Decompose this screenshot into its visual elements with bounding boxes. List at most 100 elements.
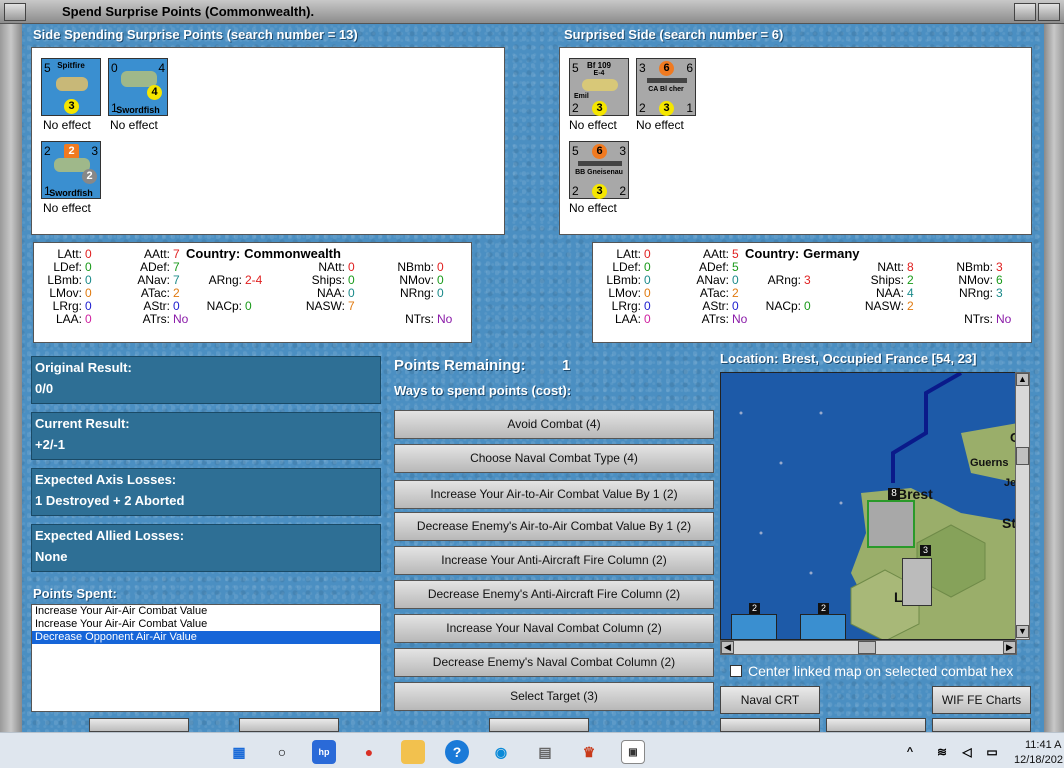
stat-value: 3 <box>804 273 811 287</box>
battery-icon[interactable]: ▭ <box>980 740 1004 764</box>
map-horizontal-scrollbar[interactable]: ◀ ▶ <box>720 640 1017 655</box>
stat-entry: LDef: 0 <box>38 260 91 274</box>
map-unit-naval[interactable] <box>731 614 777 639</box>
unit-spitfire[interactable]: 5 Spitfire 3 <box>41 58 101 116</box>
edge-icon[interactable]: ◉ <box>489 740 513 764</box>
clock-time[interactable]: 11:41 A <box>1025 739 1062 751</box>
unit-bb-gneisenau[interactable]: 5 6 3 BB Gneisenau 2 3 2 <box>569 141 629 199</box>
stat-label: ADef: <box>139 260 170 274</box>
select-target-button[interactable]: Select Target (3) <box>394 682 714 711</box>
close-button[interactable] <box>4 3 26 21</box>
stat-entry: LBmb: 0 <box>38 273 91 287</box>
chrome-icon[interactable]: ● <box>357 740 381 764</box>
avoid-combat-button[interactable]: Avoid Combat (4) <box>394 410 714 439</box>
unit-name: Spitfire <box>57 61 85 70</box>
unit-ca-blucher[interactable]: 3 6 6 CA Bl cher 2 3 1 <box>636 58 696 116</box>
scroll-thumb[interactable] <box>1016 447 1029 465</box>
stat-label: NASW: <box>305 299 345 313</box>
partial-button[interactable] <box>932 718 1031 732</box>
unit-value: 3 <box>64 99 79 114</box>
clock-date[interactable]: 12/18/202 <box>1014 754 1063 766</box>
chevron-up-icon[interactable]: ^ <box>898 740 922 764</box>
stat-entry: ANav: 7 <box>122 273 179 287</box>
stat-label: Ships: <box>311 273 345 287</box>
stat-entry: LDef: 0 <box>597 260 650 274</box>
naval-crt-button[interactable]: Naval CRT <box>720 686 820 714</box>
linked-map[interactable]: Brest Guerns Je St C L 8 3 2 2 <box>720 372 1017 640</box>
stat-value: 0 <box>85 286 92 300</box>
stat-value: 0 <box>437 260 444 274</box>
stat-entry: Ships: 2 <box>846 273 914 287</box>
app-icon[interactable]: ▣ <box>621 740 645 764</box>
stat-label: ANav: <box>137 273 170 287</box>
unit-value: 2 <box>639 101 646 115</box>
scroll-up-icon[interactable]: ▲ <box>1016 373 1029 386</box>
minimize-button[interactable] <box>1014 3 1036 21</box>
folder-icon[interactable] <box>401 740 425 764</box>
list-item[interactable]: Decrease Opponent Air-Air Value <box>32 631 380 644</box>
increase-naval-combat-button[interactable]: Increase Your Naval Combat Column (2) <box>394 614 714 643</box>
unit-subname: E-4 <box>593 70 605 77</box>
scroll-left-icon[interactable]: ◀ <box>721 641 734 654</box>
stat-entry: NRng: 3 <box>941 286 1003 300</box>
map-vertical-scrollbar[interactable]: ▲ ▼ <box>1015 372 1030 640</box>
unit-value: 3 <box>592 184 607 199</box>
stat-label: LAA: <box>55 312 82 326</box>
scroll-right-icon[interactable]: ▶ <box>1003 641 1016 654</box>
map-unit-naval[interactable] <box>800 614 846 639</box>
stat-entry: LMov: 0 <box>38 286 92 300</box>
map-unit-corps[interactable] <box>902 558 932 606</box>
wifi-icon[interactable]: ≋ <box>930 740 954 764</box>
decrease-enemy-air-to-air-button[interactable]: Decrease Enemy's Air-to-Air Combat Value… <box>394 512 714 541</box>
stat-entry: ARng: 2-4 <box>204 273 263 287</box>
search-icon[interactable]: ○ <box>270 740 294 764</box>
stat-entry: LAtt: 0 <box>597 247 650 261</box>
choose-naval-combat-type-button[interactable]: Choose Naval Combat Type (4) <box>394 444 714 473</box>
calculator-icon[interactable]: ▤ <box>533 740 557 764</box>
stat-label: ATrs: <box>701 312 729 326</box>
original-result-label: Original Result: <box>35 360 132 375</box>
ok-button[interactable] <box>489 718 589 732</box>
decrease-enemy-anti-aircraft-button[interactable]: Decrease Enemy's Anti-Aircraft Fire Colu… <box>394 580 714 609</box>
increase-air-to-air-button[interactable]: Increase Your Air-to-Air Combat Value By… <box>394 480 714 509</box>
stat-label: ARng: <box>767 273 801 287</box>
center-map-label: Center linked map on selected combat hex <box>748 663 1014 679</box>
unit-swordfish[interactable]: 0 4 4 1 Swordfish <box>108 58 168 116</box>
game-icon[interactable]: ♛ <box>577 740 601 764</box>
unit-swordfish[interactable]: 2 2 3 2 1 Swordfish <box>41 141 101 199</box>
stat-label: ANav: <box>696 273 729 287</box>
stat-label: NRng: <box>958 286 993 300</box>
partial-button[interactable] <box>239 718 339 732</box>
partial-button[interactable] <box>89 718 189 732</box>
center-map-checkbox[interactable] <box>730 665 742 677</box>
maximize-button[interactable] <box>1038 3 1060 21</box>
partial-button[interactable] <box>826 718 926 732</box>
stat-label: LRrg: <box>611 299 641 313</box>
stat-entry: NAA: 4 <box>846 286 914 300</box>
decrease-enemy-naval-combat-button[interactable]: Decrease Enemy's Naval Combat Column (2) <box>394 648 714 677</box>
list-item[interactable]: Increase Your Air-Air Combat Value <box>32 618 380 631</box>
spending-units-panel: 5 Spitfire 3 No effect 0 4 4 1 Swordfish… <box>31 47 505 235</box>
stat-value: 5 <box>732 260 739 274</box>
stat-entry: NBmb: 3 <box>941 260 1002 274</box>
myhp-icon[interactable]: hp <box>312 740 336 764</box>
increase-anti-aircraft-button[interactable]: Increase Your Anti-Aircraft Fire Column … <box>394 546 714 575</box>
volume-icon[interactable]: ◁ <box>955 740 979 764</box>
unit-name: BB Gneisenau <box>575 169 623 176</box>
points-spent-label: Points Spent: <box>33 586 117 601</box>
wif-fe-charts-button[interactable]: WIF FE Charts <box>932 686 1031 714</box>
unit-value: 3 <box>639 61 646 75</box>
points-spent-list[interactable]: Increase Your Air-Air Combat Value Incre… <box>31 604 381 712</box>
partial-button[interactable] <box>720 718 820 732</box>
stat-entry: ADef: 5 <box>681 260 739 274</box>
map-unit-bf109[interactable] <box>867 500 915 548</box>
scroll-down-icon[interactable]: ▼ <box>1016 625 1029 638</box>
windows-start-icon[interactable]: ▦ <box>227 740 251 764</box>
allied-losses-value: None <box>35 549 68 564</box>
stat-value: 7 <box>348 299 355 313</box>
unit-bf109[interactable]: 5 Bf 109 E-4 Emil 2 3 <box>569 58 629 116</box>
country-line: Country: Commonwealth <box>186 246 341 261</box>
list-item[interactable]: Increase Your Air-Air Combat Value <box>32 605 380 618</box>
help-icon[interactable]: ? <box>445 740 469 764</box>
scroll-thumb[interactable] <box>858 641 876 654</box>
